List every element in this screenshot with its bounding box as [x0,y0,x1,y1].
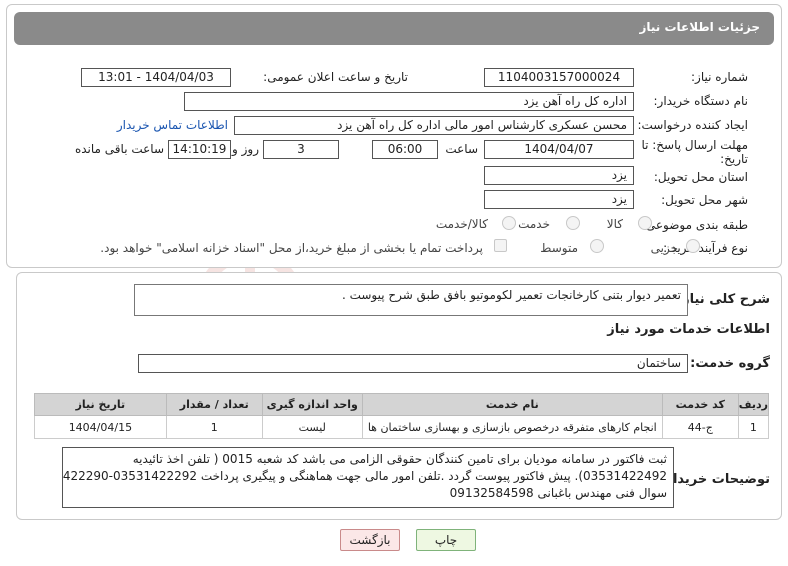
buyer-notes-line: 03531422492). پیش فاکتور پیوست گردد .تلف… [62,469,667,483]
cell-unit: لیست [261,415,363,439]
deadline-label-line2: تاریخ: [720,152,748,166]
need-number-field: 1104003157000024 [484,68,634,87]
purchase-medium-radio[interactable] [590,239,604,253]
print-button[interactable]: چاپ [416,529,476,551]
category-goods-radio[interactable] [638,216,652,230]
col-unit: واحد اندازه گیری [261,393,363,416]
deadline-date-field: 1404/04/07 [484,140,634,159]
panel-header: جزئیات اطلاعات نیاز [14,12,774,45]
buyer-org-label: نام دستگاه خریدار: [653,94,749,108]
purchase-medium-option: متوسط [540,241,578,255]
col-need-date: تاریخ نیاز [34,393,167,416]
summary-label: شرح کلی نیاز: [676,292,770,307]
category-goods-option: کالا [606,217,623,231]
remaining-time-label: ساعت باقی مانده [74,142,164,156]
col-quantity: تعداد / مقدار [165,393,263,416]
purchase-minor-option: جزیی [650,241,678,255]
buyer-notes-line: سوال فنی مهندس باغبانی 09132584598 [449,486,667,500]
need-number-label: شماره نیاز: [691,70,748,84]
announce-datetime-field: 1404/04/03 - 13:01 [81,68,231,87]
cell-service-code: ج-44 [661,415,739,439]
services-section-title: اطلاعات خدمات مورد نیاز [607,322,770,337]
cell-row-number: 1 [737,415,770,439]
treasury-payment-checkbox[interactable] [494,239,507,252]
days-label: روز و [232,142,259,156]
creator-field: محسن عسکری کارشناس امور مالی اداره کل را… [234,116,634,135]
col-service-name: نام خدمت [361,393,663,416]
col-row-number: ردیف [737,393,770,416]
city-label: شهر محل تحویل: [661,193,748,207]
days-remaining-field: 3 [263,140,339,159]
category-service-radio[interactable] [566,216,580,230]
treasury-payment-note: پرداخت تمام یا بخشی از مبلغ خرید،از محل … [100,241,483,255]
page-title: جزئیات اطلاعات نیاز [639,20,760,34]
announce-datetime-label: تاریخ و ساعت اعلان عمومی: [263,70,408,84]
services-table: ردیف کد خدمت نام خدمت واحد اندازه گیری ت… [34,393,770,439]
service-group-field: ساختمان [138,354,688,373]
purchase-minor-radio[interactable] [686,239,700,253]
deadline-time-label: ساعت [445,142,478,156]
service-group-label: گروه خدمت: [690,356,770,371]
buyer-org-field: اداره کل راه آهن یزد [184,92,634,111]
cell-service-name: انجام کارهای متفرقه درخصوص بازسازی و بهس… [361,415,663,439]
category-goods-service-radio[interactable] [502,216,516,230]
category-label: طبقه بندی موضوعی: [641,218,748,232]
table-row: 1 ج-44 انجام کارهای متفرقه درخصوص بازساز… [34,415,770,439]
province-field: یزد [484,166,634,185]
cell-need-date: 1404/04/15 [34,415,167,439]
deadline-label-line1: مهلت ارسال پاسخ: تا [641,138,748,152]
back-button[interactable]: بازگشت [340,529,400,551]
col-service-code: کد خدمت [661,393,739,416]
buyer-contact-link[interactable]: اطلاعات تماس خریدار [117,118,228,132]
summary-text-field: تعمیر دیوار بتنی کارخانجات تعمیر لکوموتی… [134,284,688,316]
city-field: یزد [484,190,634,209]
buyer-notes-line: ثبت فاکتور در سامانه مودیان برای تامین ک… [132,452,667,466]
category-service-option: خدمت [518,217,550,231]
table-header-row: ردیف کد خدمت نام خدمت واحد اندازه گیری ت… [34,393,770,416]
buyer-notes-label: توضیحات خریدار: [660,472,770,487]
creator-label: ایجاد کننده درخواست: [637,118,748,132]
remaining-time-field: 14:10:19 [168,140,231,159]
category-goods-service-option: کالا/خدمت [435,217,488,231]
deadline-time-field: 06:00 [372,140,438,159]
cell-quantity: 1 [165,415,263,439]
buyer-notes-field: ثبت فاکتور در سامانه مودیان برای تامین ک… [62,447,674,508]
province-label: استان محل تحویل: [653,170,748,184]
